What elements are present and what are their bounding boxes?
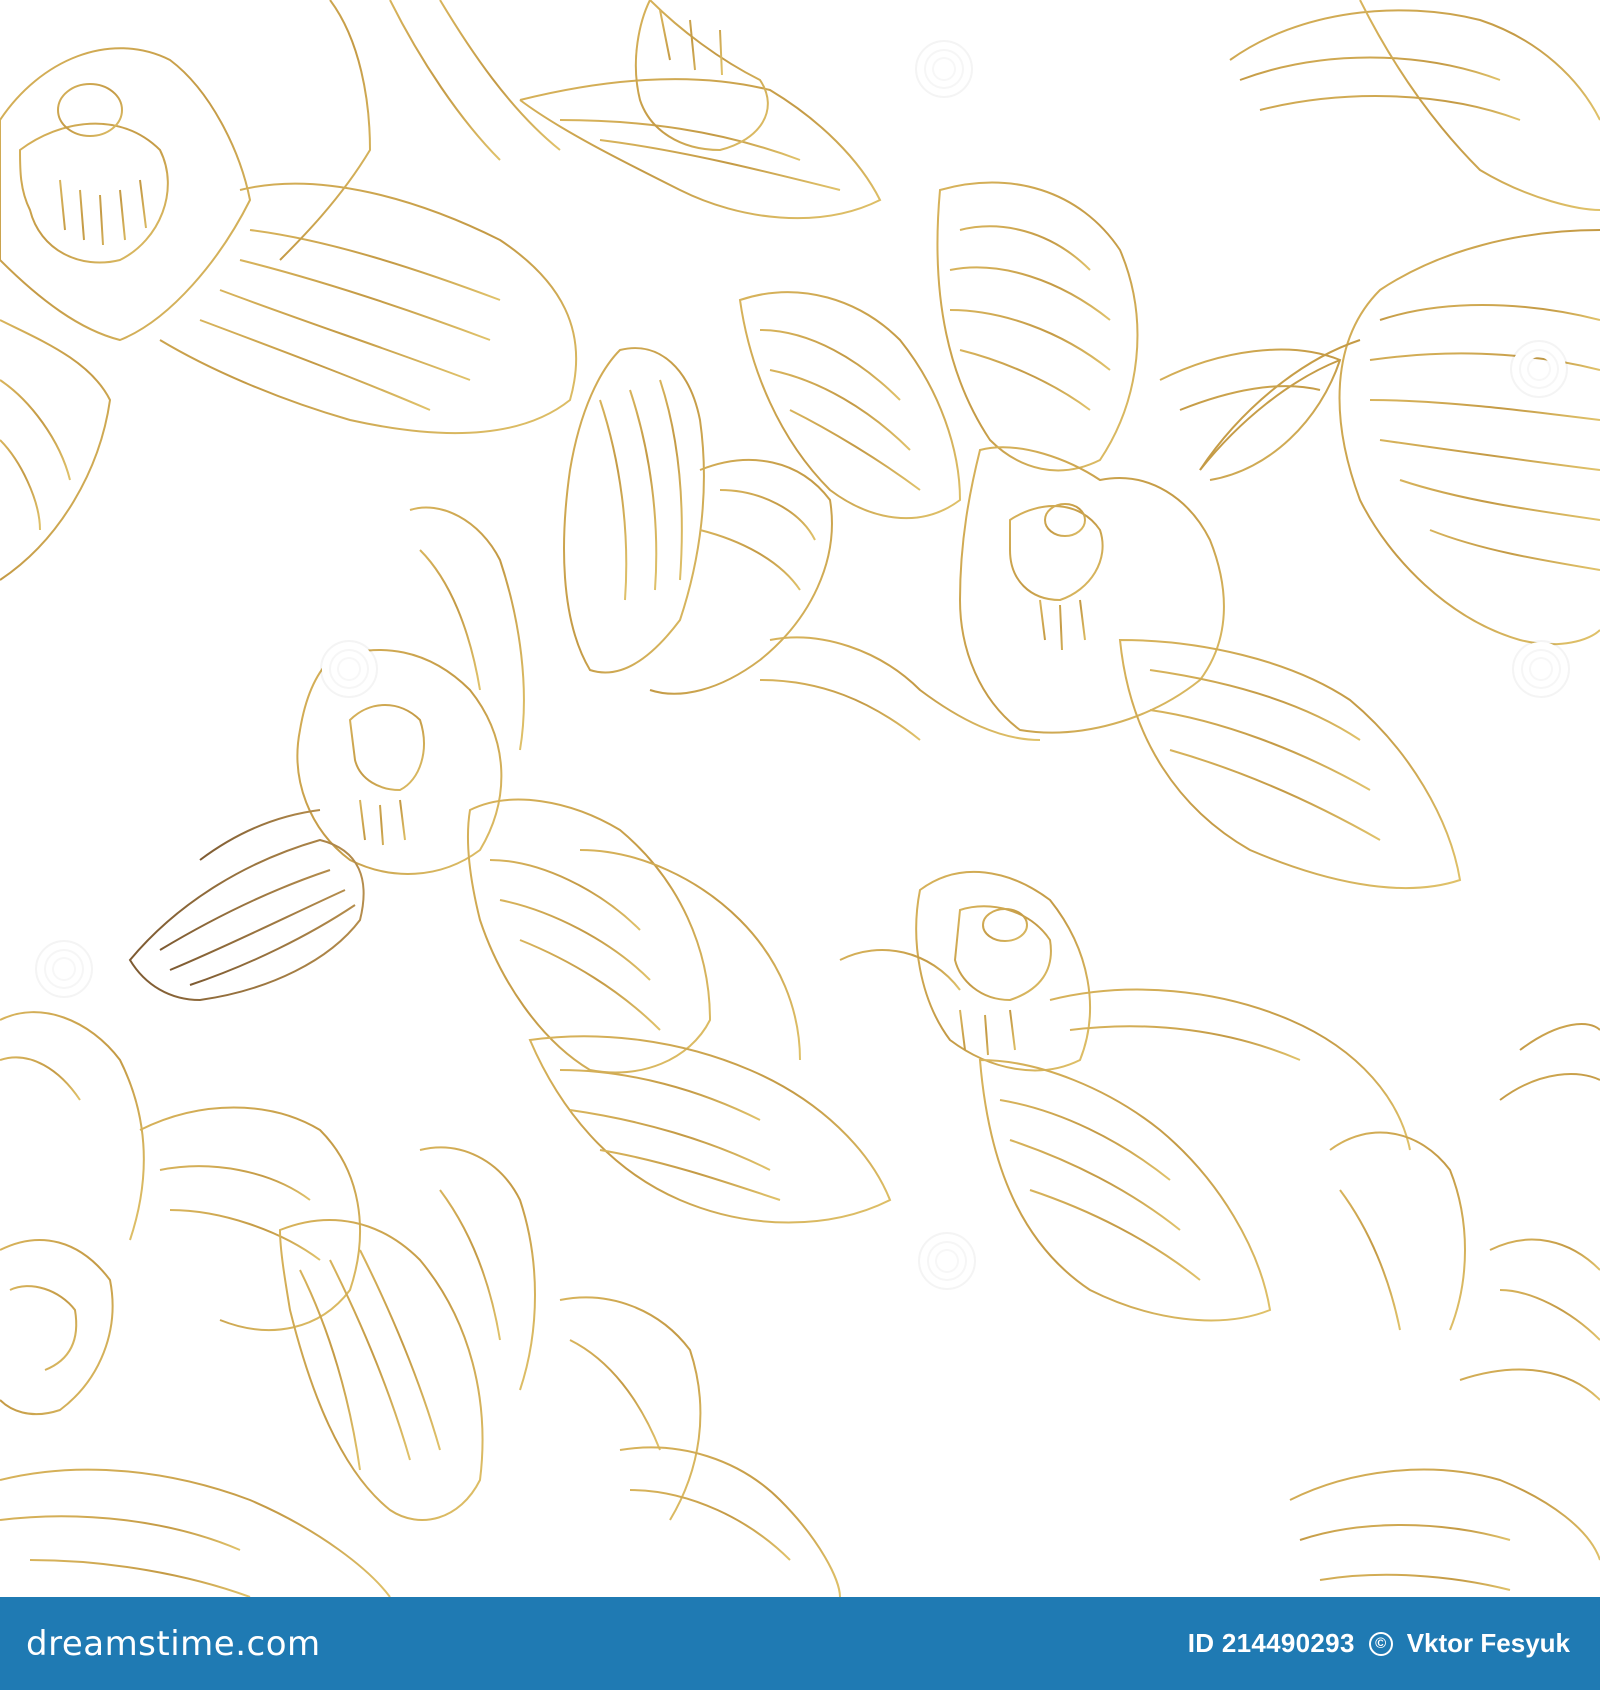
- stock-footer-bar: dreamstime.com ID 214490293 © Vktor Fesy…: [0, 1597, 1600, 1690]
- watermark-spiral-icon: [320, 640, 378, 698]
- orchid-top-right: [1199, 0, 1600, 646]
- watermark-spiral-icon: [35, 940, 93, 998]
- author-name[interactable]: Vktor Fesyuk: [1407, 1628, 1570, 1659]
- copyright-icon: ©: [1368, 1631, 1393, 1656]
- site-logo[interactable]: dreamstime.com: [26, 1624, 321, 1664]
- watermark-spiral-icon: [915, 40, 973, 98]
- orchid-line-art: [0, 0, 1600, 1597]
- orchid-center-upper: [738, 181, 1462, 890]
- watermark-spiral-icon: [1512, 640, 1570, 698]
- watermark-spiral-icon: [918, 1232, 976, 1290]
- image-id-label: ID 214490293: [1187, 1628, 1355, 1658]
- watermark-spiral-icon: [1510, 340, 1568, 398]
- orchid-center-left: [296, 347, 892, 1224]
- orchid-bottom-right: [1289, 1023, 1600, 1591]
- orchid-pattern-artwork: [0, 0, 1600, 1597]
- image-credit: ID 214490293 © Vktor Fesyuk: [1188, 1628, 1570, 1659]
